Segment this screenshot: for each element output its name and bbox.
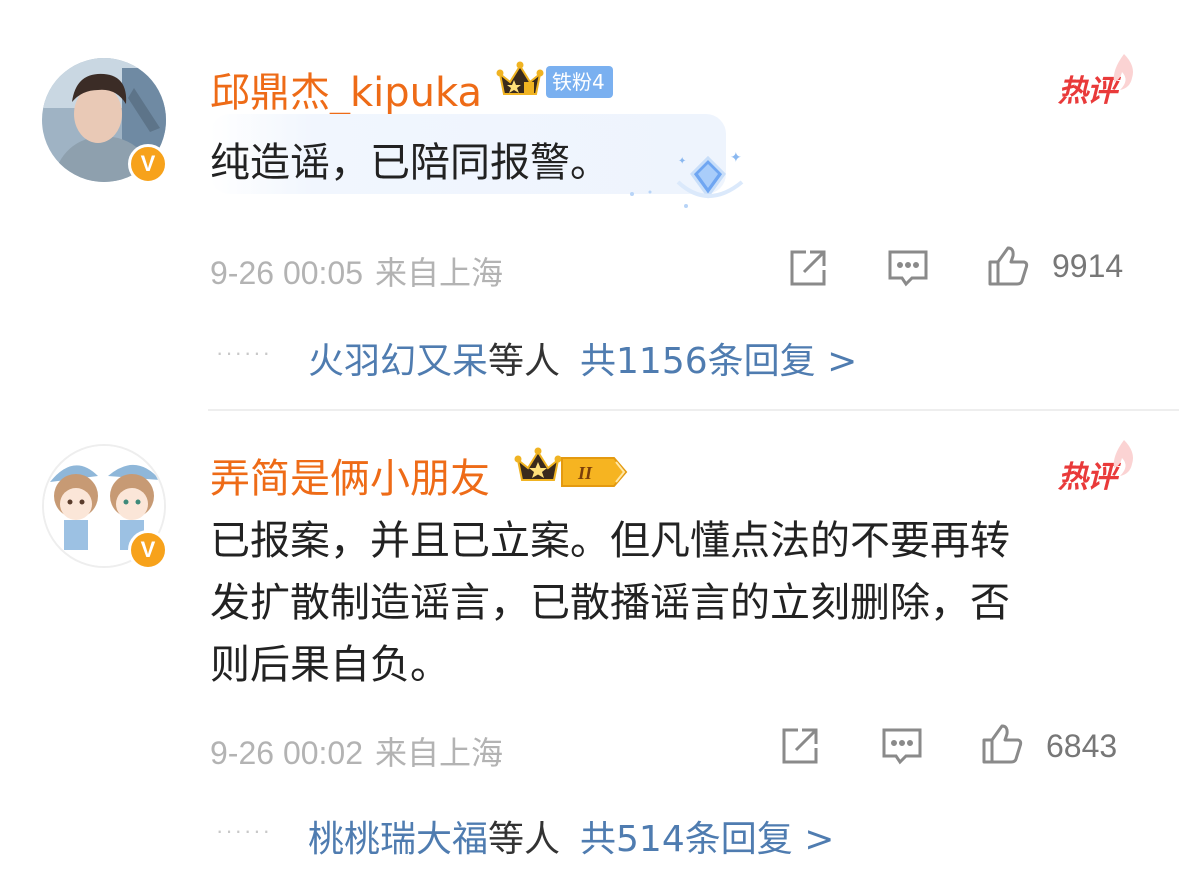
comment-item: V 邱鼎杰_kipuka 铁粉4 热评 ✦ ✦ 纯造谣，已陪同报警。 9-26 … xyxy=(0,0,1179,410)
reply-total-link[interactable]: 共1156条回复 > xyxy=(580,341,857,382)
reply-etc-label: 等人 xyxy=(488,819,561,860)
comment-text: 纯造谣，已陪同报警。 xyxy=(210,140,610,186)
crown-icon xyxy=(496,60,544,100)
reply-user-names[interactable]: 火羽幻又呆 xyxy=(308,341,488,382)
reply-etc-label: 等人 xyxy=(488,341,561,382)
flame-icon xyxy=(1110,438,1138,478)
share-icon[interactable] xyxy=(786,246,830,290)
fan-badge[interactable]: 铁粉4 xyxy=(546,66,613,98)
reply-dots: ······ xyxy=(216,340,272,365)
reply-user-names[interactable]: 桃桃瑞大福 xyxy=(308,819,488,860)
hot-comment-label: 热评 xyxy=(1058,460,1117,495)
reply-dots: ······ xyxy=(216,818,272,843)
comment-text: 已报案，并且已立案。但凡懂点法的不要再转 发扩散制造谣言，已散播谣言的立刻删除，… xyxy=(210,510,1110,696)
like-icon[interactable] xyxy=(986,244,1030,288)
flame-icon xyxy=(1110,52,1138,92)
svg-text:✦: ✦ xyxy=(678,156,686,167)
share-icon[interactable] xyxy=(778,724,822,768)
reply-icon[interactable] xyxy=(880,724,924,768)
username[interactable]: 弄简是俩小朋友 xyxy=(210,446,490,504)
comment-time: 9-26 00:05 xyxy=(210,255,364,291)
comment-text-line: 发扩散制造谣言，已散播谣言的立刻删除，否 xyxy=(210,580,1010,626)
comment-text-line: 已报案，并且已立案。但凡懂点法的不要再转 xyxy=(210,518,1010,564)
like-count: 6843 xyxy=(1046,728,1118,764)
replies-summary-link[interactable]: 桃桃瑞大福等人 共514条回复 > xyxy=(308,810,834,862)
verified-v-icon: V xyxy=(128,530,168,570)
diamond-icon: ✦ ✦ xyxy=(620,148,750,210)
username[interactable]: 邱鼎杰_kipuka xyxy=(210,60,482,118)
level-badge-text: II xyxy=(577,463,593,483)
comment-meta: 9-26 00:02 来自上海 xyxy=(210,728,503,774)
reply-total-link[interactable]: 共514条回复 > xyxy=(580,819,834,860)
svg-text:✦: ✦ xyxy=(730,150,742,166)
crown-icon xyxy=(514,446,562,486)
comment-location: 来自上海 xyxy=(375,734,504,772)
comment-item: V 弄简是俩小朋友 II 热评 已报案，并且已立案。但凡懂点法的不要再转 发扩散… xyxy=(0,410,1179,884)
comment-location: 来自上海 xyxy=(375,254,504,292)
like-count: 9914 xyxy=(1052,248,1124,284)
comment-time: 9-26 00:02 xyxy=(210,735,364,771)
comment-text-line: 则后果自负。 xyxy=(210,642,450,688)
verified-v-icon: V xyxy=(128,144,168,184)
replies-summary-link[interactable]: 火羽幻又呆等人 共1156条回复 > xyxy=(308,332,857,384)
hot-comment-label: 热评 xyxy=(1058,74,1117,109)
comment-meta: 9-26 00:05 来自上海 xyxy=(210,248,503,294)
like-icon[interactable] xyxy=(980,722,1024,766)
level-badge[interactable]: II xyxy=(560,454,628,490)
reply-icon[interactable] xyxy=(886,246,930,290)
